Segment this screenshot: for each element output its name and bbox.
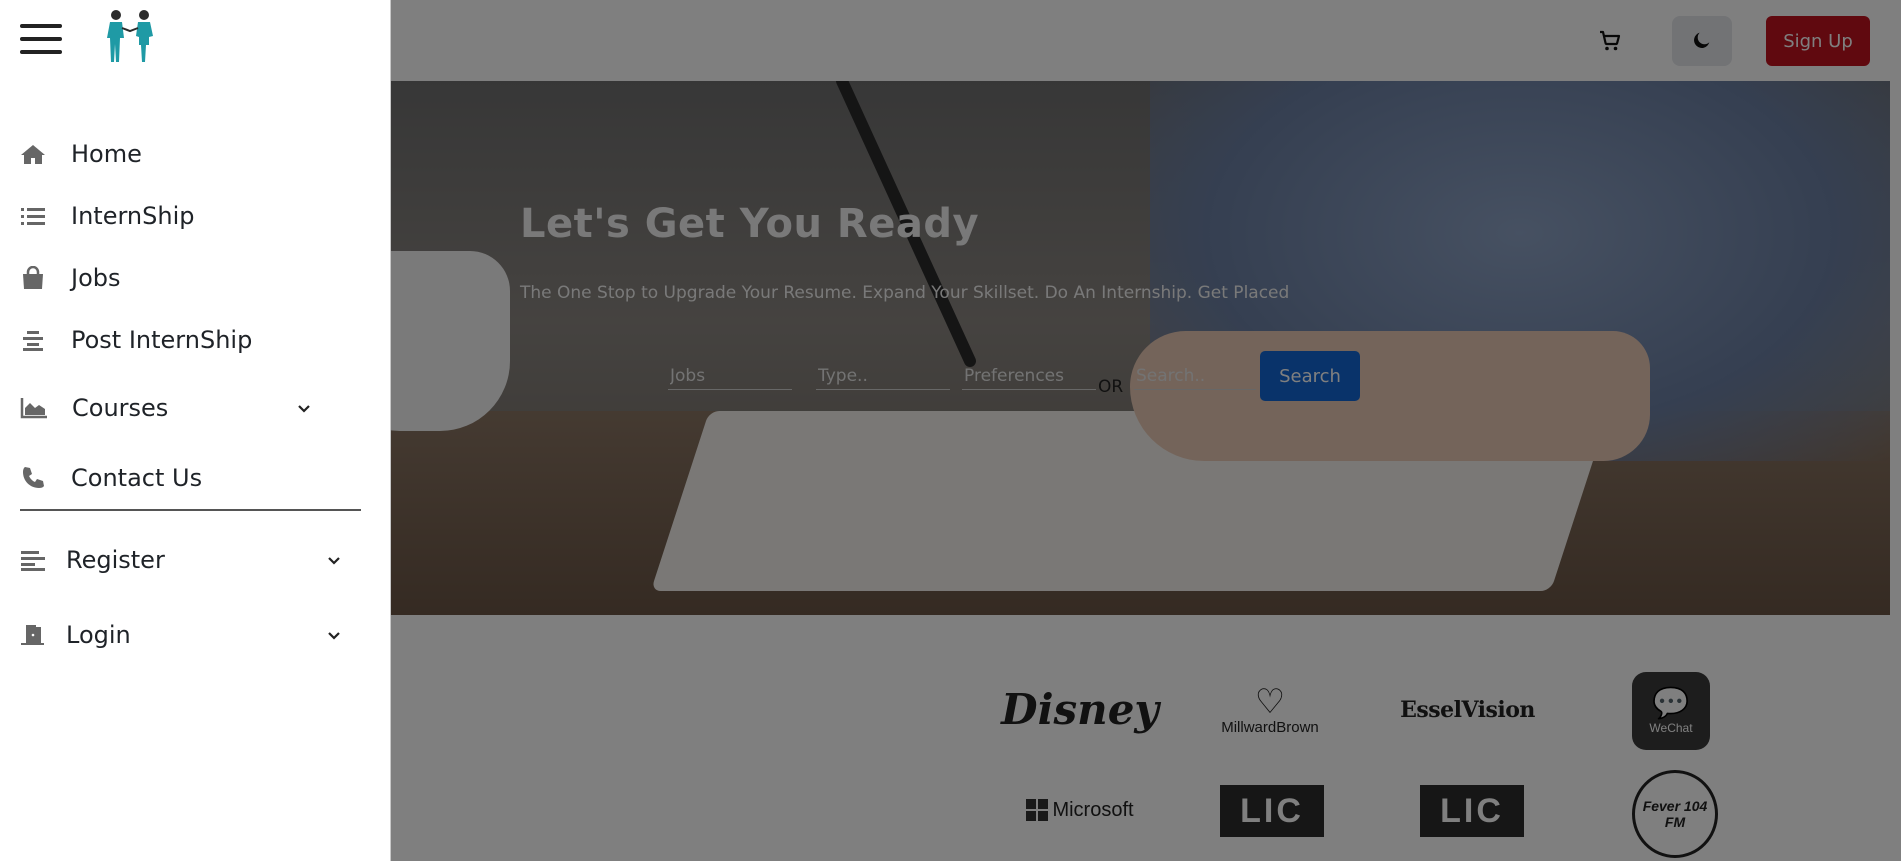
chevron-down-icon[interactable]: [296, 400, 312, 416]
sidebar-item-contact-us[interactable]: Contact Us: [20, 458, 202, 498]
hamburger-menu-icon[interactable]: [20, 24, 62, 54]
align-left-icon: [20, 547, 50, 573]
sidebar-item-label: Contact Us: [71, 464, 203, 492]
brand-logo[interactable]: [100, 6, 160, 66]
sidebar-item-jobs[interactable]: Jobs: [20, 258, 121, 298]
align-center-icon: [20, 327, 50, 353]
phone-icon: [20, 465, 50, 491]
sidebar-item-internship[interactable]: InternShip: [20, 196, 194, 236]
sidebar-item-courses[interactable]: Courses: [20, 388, 320, 428]
sidebar-item-label: Post InternShip: [71, 326, 253, 354]
area-chart-icon: [20, 395, 50, 421]
sidebar-item-login[interactable]: Login: [20, 615, 350, 655]
sidebar-item-label: Register: [66, 546, 165, 574]
sidebar-item-post-internship[interactable]: Post InternShip: [20, 320, 252, 360]
sidebar-item-label: Login: [66, 621, 131, 649]
home-icon: [20, 141, 50, 167]
sidebar-item-label: InternShip: [71, 202, 195, 230]
sidebar-drawer: Home InternShip Jobs Post InternShip Cou…: [0, 0, 391, 861]
chevron-down-icon[interactable]: [326, 552, 342, 568]
chevron-down-icon[interactable]: [326, 627, 342, 643]
shopping-bag-icon: [20, 265, 50, 291]
sidebar-divider: [20, 509, 361, 511]
list-icon: [20, 203, 50, 229]
sidebar-item-label: Courses: [72, 394, 169, 422]
sidebar-item-label: Home: [71, 140, 142, 168]
door-open-icon: [20, 622, 50, 648]
sidebar-item-register[interactable]: Register: [20, 540, 350, 580]
sidebar-item-home[interactable]: Home: [20, 134, 142, 174]
sidebar-item-label: Jobs: [71, 264, 121, 292]
